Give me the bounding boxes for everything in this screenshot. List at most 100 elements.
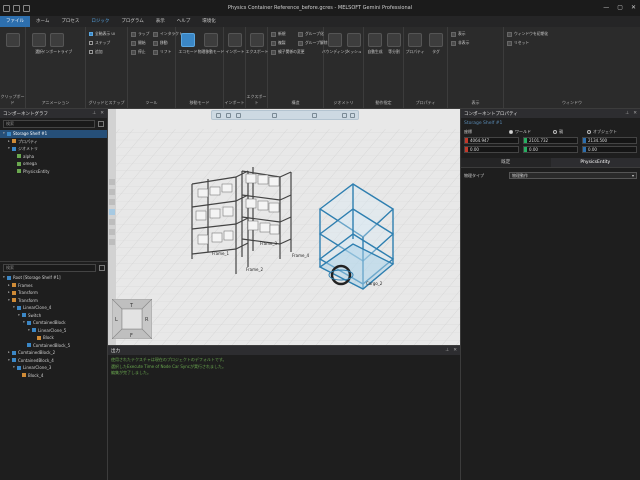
snap-checkbox[interactable]: ステップ <box>89 40 110 46</box>
zoom-icon[interactable] <box>272 113 277 118</box>
new-button[interactable]: 新規 <box>271 31 286 37</box>
hide-button[interactable]: 非表示 <box>451 40 469 46</box>
undo-icon[interactable] <box>13 4 20 12</box>
tree-item[interactable]: ▾ ContainedBlock_4 <box>0 357 108 365</box>
grid-icon[interactable] <box>312 113 317 118</box>
home-view-icon[interactable] <box>216 113 221 118</box>
pin-icon[interactable]: ⊥ <box>625 111 629 116</box>
save-icon[interactable] <box>3 4 10 12</box>
move-tool-button[interactable]: 移動 <box>153 40 168 46</box>
menu-item[interactable]: ファイル <box>0 16 30 27</box>
tool-icon[interactable] <box>109 219 115 225</box>
export-button[interactable]: エクスポート <box>246 33 268 55</box>
rotation-z-field[interactable]: 0.00 <box>582 146 637 153</box>
minimize-button[interactable]: — <box>603 4 609 11</box>
pause-icon[interactable] <box>226 113 231 118</box>
menu-item[interactable]: ロジック <box>85 16 115 27</box>
import-button[interactable]: インポート <box>224 33 246 55</box>
coord-world-radio[interactable]: ワールド <box>509 129 553 135</box>
copy-button[interactable]: 複製 <box>271 40 286 46</box>
tag-button[interactable]: タグ <box>425 33 447 55</box>
tool-icon[interactable] <box>109 189 115 195</box>
menu-item[interactable]: 表示 <box>150 16 171 27</box>
3d-viewport[interactable]: Frame_1 Frame_2 Frame_3 Frame_4 Cargo_2 … <box>108 109 460 345</box>
tree-item[interactable]: ▾ LinearClone_4 <box>0 304 108 312</box>
component-graph-search-input[interactable]: 検索 <box>3 120 95 128</box>
tree-item[interactable]: PhysicsEntity <box>0 168 107 176</box>
property-button[interactable]: プロパティ <box>404 33 426 55</box>
tree-item[interactable]: ▸ Transform <box>0 289 108 297</box>
clipboard-button[interactable] <box>2 33 24 47</box>
import-live-button[interactable]: インポートライブ <box>42 33 72 55</box>
filter-icon[interactable] <box>98 121 104 127</box>
redo-icon[interactable] <box>23 4 30 12</box>
tree-item[interactable]: ▾ ジオメトリ <box>0 145 107 153</box>
tree-item[interactable]: ▾ Root [Storage Shelf #1] <box>0 274 108 282</box>
tree-item[interactable]: ▸ プロパティ <box>0 138 107 146</box>
position-x-field[interactable]: 4064.947 <box>464 137 519 144</box>
tree-item[interactable]: Block <box>0 334 108 342</box>
group-button[interactable]: グループ化 <box>298 31 324 37</box>
tab-default[interactable]: 既定 <box>461 158 551 167</box>
pin-icon[interactable] <box>350 113 355 118</box>
tool-icon[interactable] <box>109 209 115 215</box>
show-button[interactable]: 表示 <box>451 31 466 37</box>
lift-tool-button[interactable]: リフト <box>153 49 171 55</box>
rotation-x-field[interactable]: 0.00 <box>464 146 519 153</box>
physics-move-button[interactable]: 物理移動モード <box>198 33 224 55</box>
start-button[interactable]: 開始 <box>131 40 146 46</box>
close-icon[interactable]: ✕ <box>633 111 637 116</box>
rotation-y-field[interactable]: 0.00 <box>523 146 578 153</box>
tool-icon[interactable] <box>109 239 115 245</box>
camera-icon[interactable] <box>236 113 241 118</box>
filter-icon[interactable] <box>99 265 105 271</box>
menu-item[interactable]: プロセス <box>55 16 85 27</box>
tool-icon[interactable] <box>109 179 115 185</box>
settings-icon[interactable] <box>342 113 347 118</box>
stop-button[interactable]: 停止 <box>131 49 146 55</box>
ribbon-group-tools: ラップ 開始 停止 インタラクト 移動 リフト ツール <box>128 27 183 109</box>
pin-icon[interactable]: ⊥ <box>92 111 96 116</box>
position-z-field[interactable]: 2134.500 <box>582 137 637 144</box>
menu-item[interactable]: ヘルプ <box>171 16 197 27</box>
tree-item[interactable]: ▸ Frames <box>0 282 108 290</box>
close-icon[interactable]: ✕ <box>100 111 104 116</box>
component-name: Storage Shelf #1 <box>464 121 503 126</box>
reset-button[interactable]: リセット <box>507 40 529 46</box>
close-button[interactable]: ✕ <box>631 4 636 11</box>
maximize-button[interactable]: ▢ <box>617 4 623 11</box>
tab-physics-entity[interactable]: PhysicsEntity <box>550 158 640 167</box>
menu-item[interactable]: ホーム <box>30 16 55 27</box>
tree-item[interactable]: ▾ LinearClone_5 <box>0 327 108 335</box>
tool-icon[interactable] <box>109 199 115 205</box>
tree-item[interactable]: ▾ Transform <box>0 297 108 305</box>
pin-icon[interactable]: ⊥ <box>445 348 449 353</box>
tool-icon[interactable] <box>109 229 115 235</box>
wrap-button[interactable]: ラップ <box>131 31 149 37</box>
close-icon[interactable]: ✕ <box>453 348 457 353</box>
tree-item[interactable]: ▾ LinearClone_3 <box>0 364 108 372</box>
mesh-button[interactable]: メッシュ <box>343 33 365 55</box>
tree-search-input[interactable]: 検索 <box>3 264 96 272</box>
navigation-cube[interactable]: T L R F <box>112 299 152 339</box>
tree-item[interactable]: Block_4 <box>0 372 108 380</box>
tree-item[interactable]: omega <box>0 160 107 168</box>
reparent-button[interactable]: 親子関係の変更 <box>271 49 305 55</box>
position-y-field[interactable]: 2101.732 <box>523 137 578 144</box>
tree-item[interactable]: ComtainedBlock_5 <box>0 342 108 350</box>
window-init-button[interactable]: ウィンドウを初期化 <box>507 31 548 37</box>
equal-split-button[interactable]: 等分割 <box>383 33 405 55</box>
tree-item[interactable]: ▾ ComtainedBlock <box>0 319 108 327</box>
tree-item[interactable]: ▾ Switch <box>0 312 108 320</box>
eco-mode-button[interactable]: エコモード <box>177 33 199 55</box>
menu-item[interactable]: 環境化 <box>196 16 222 27</box>
physics-type-select[interactable]: 物理動作 ▾ <box>509 172 637 179</box>
snap-center-checkbox[interactable]: 追加 <box>89 49 103 55</box>
coord-object-radio[interactable]: オブジェクト <box>587 129 617 135</box>
tree-item[interactable]: ▸ ComtainedBlock_2 <box>0 349 108 357</box>
grid-show-checkbox[interactable]: 全軸表示 UI <box>89 31 115 37</box>
tree-item[interactable]: ▾ Storage Shelf #1 <box>0 130 107 138</box>
coord-parent-radio[interactable]: 親 <box>553 129 587 135</box>
tree-item[interactable]: alpha <box>0 153 107 161</box>
menu-item[interactable]: プログラム <box>115 16 149 27</box>
